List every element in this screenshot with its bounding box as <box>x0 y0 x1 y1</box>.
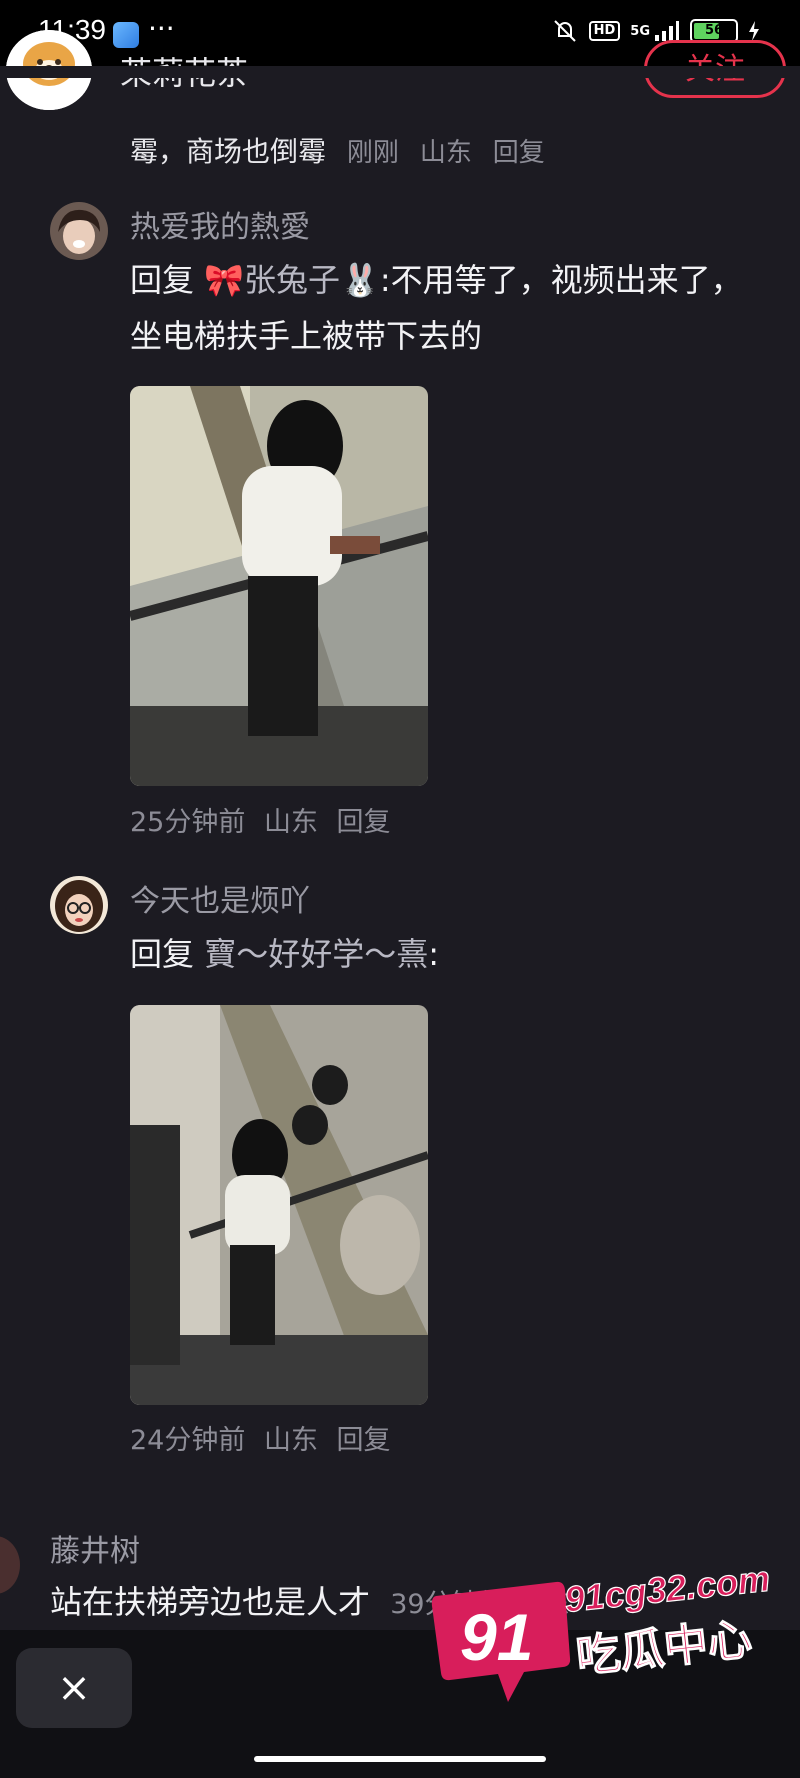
escalator-photo <box>130 386 428 786</box>
comment-image[interactable] <box>130 386 428 786</box>
comment-time: 24分钟前 <box>130 1425 246 1456</box>
comment-body: : <box>428 935 439 973</box>
reply-target-user[interactable]: 🎀张兔子🐰 <box>204 261 380 299</box>
home-indicator[interactable] <box>254 1756 546 1762</box>
close-button[interactable]: × <box>16 1648 132 1728</box>
previous-comment-reply-button[interactable]: 回复 <box>493 138 545 168</box>
signal-icon <box>655 21 679 41</box>
network-label: 5G <box>630 23 650 39</box>
comment-reply-button[interactable]: 回复 <box>337 1425 391 1456</box>
battery-level: 56 <box>704 23 724 38</box>
comment-location: 山东 <box>263 807 318 838</box>
mute-icon <box>553 20 576 42</box>
comment-text: 回复 寶～好好学～熹: <box>130 926 770 982</box>
previous-comment-time: 刚刚 <box>346 138 399 168</box>
comment-username[interactable]: 热爱我的熱愛 <box>130 202 310 246</box>
watermark-logo: 91 91cg32.com 吃瓜中心 <box>431 1557 772 1702</box>
watermark-number: 91 <box>460 1600 533 1674</box>
app-notification-icon <box>113 22 139 48</box>
previous-comment: 霉，商场也倒霉 刚刚 山东 回复 <box>130 130 545 170</box>
comment-reply-button[interactable]: 回复 <box>337 807 391 838</box>
comment-username[interactable]: 今天也是烦吖 <box>130 876 310 920</box>
girl-glasses-avatar-icon <box>50 876 108 934</box>
comment-image[interactable] <box>130 1005 428 1405</box>
comment-meta: 25分钟前 山东 回复 <box>130 800 401 839</box>
watermark: 91 91cg32.com 吃瓜中心 <box>428 1557 788 1710</box>
reply-prefix: 回复 <box>130 261 195 299</box>
comment-meta: 24分钟前 山东 回复 <box>130 1418 401 1457</box>
child-avatar-icon <box>50 202 108 260</box>
charging-icon <box>749 21 759 41</box>
mall-crowd-photo <box>130 1005 428 1405</box>
watermark-name: 吃瓜中心 <box>574 1614 754 1683</box>
hd-badge: HD <box>588 21 621 41</box>
previous-comment-text: 霉，商场也倒霉 <box>130 135 327 168</box>
comment-body: 站在扶梯旁边也是人才 <box>50 1583 371 1621</box>
comment-text: 回复 🎀张兔子🐰:不用等了，视频出来了，坐电梯扶手上被带下去的 <box>130 252 770 364</box>
more-notifications-icon: ··· <box>148 12 175 45</box>
close-icon: × <box>57 1665 91 1711</box>
comment-avatar[interactable] <box>50 202 108 260</box>
previous-comment-location: 山东 <box>419 138 472 168</box>
comment-username[interactable]: 藤井树 <box>50 1526 140 1570</box>
comment-avatar[interactable] <box>0 1536 20 1594</box>
comment-location: 山东 <box>263 1425 318 1456</box>
reply-prefix: 回复 <box>130 935 195 973</box>
comment-time: 25分钟前 <box>130 807 246 838</box>
watermark-domain: 91cg32.com <box>563 1560 772 1620</box>
comment-avatar[interactable] <box>50 876 108 934</box>
reply-target-user[interactable]: 寶～好好学～熹 <box>204 935 428 973</box>
